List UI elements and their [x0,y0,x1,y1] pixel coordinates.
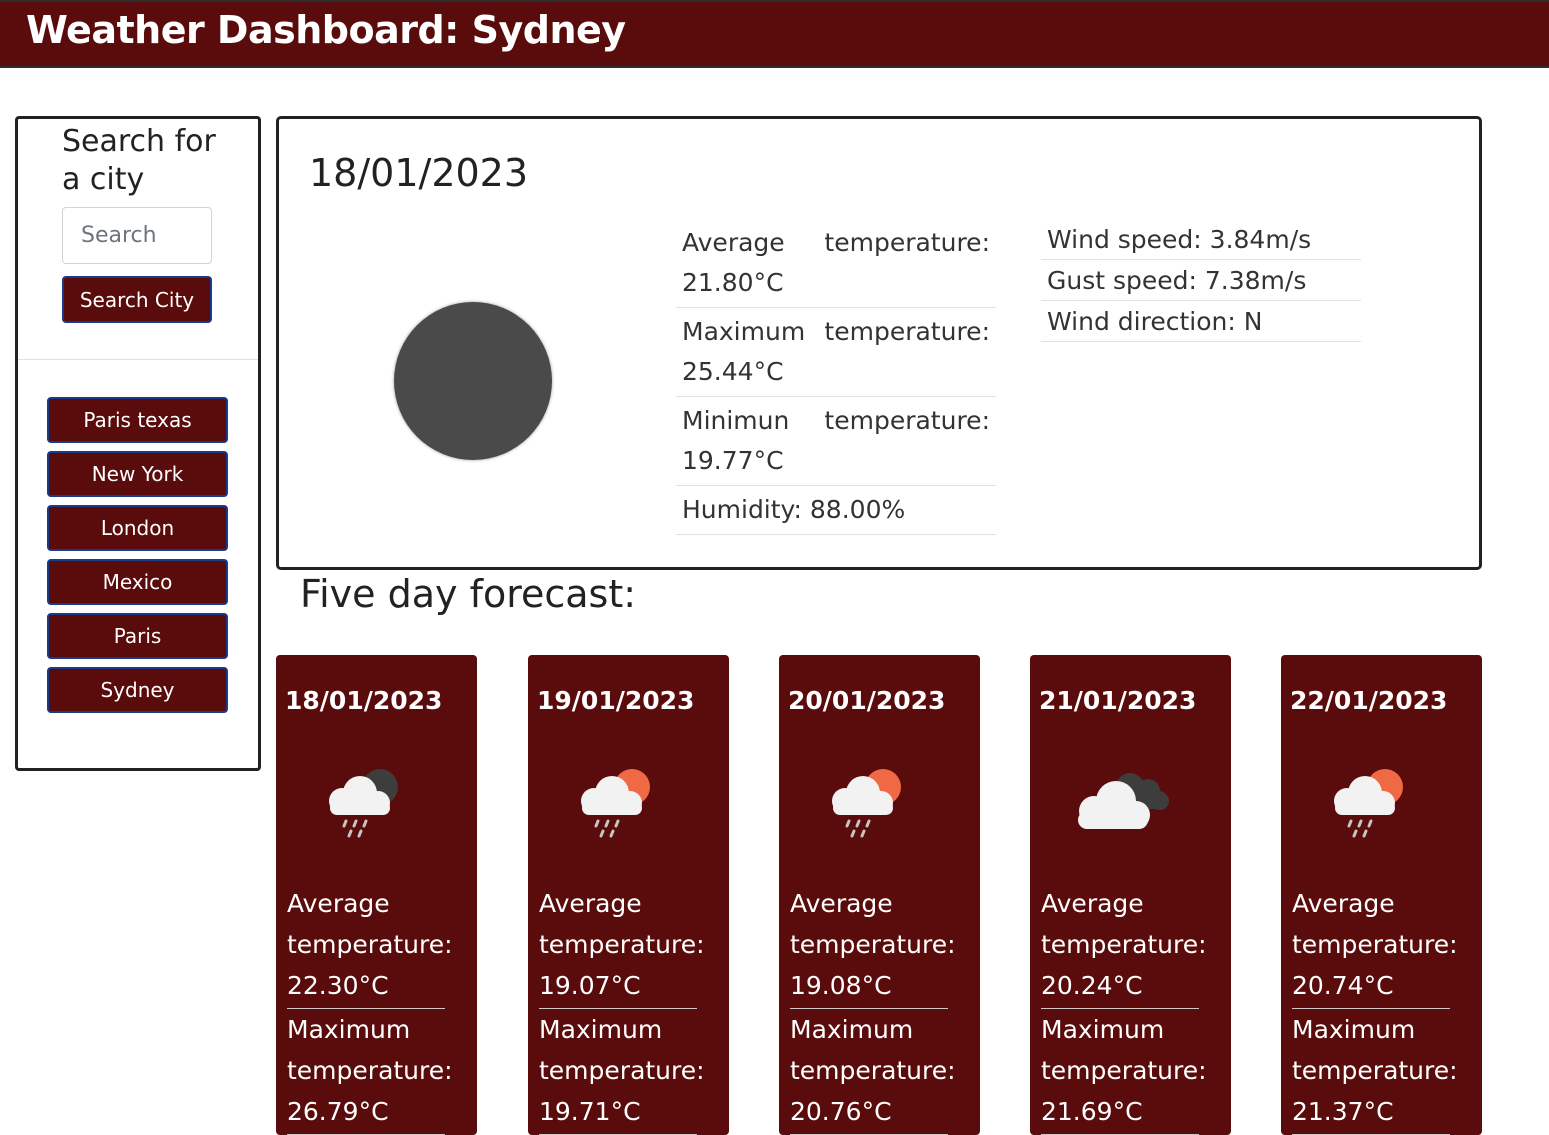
stat-label: Minimun [682,406,790,435]
stat-label: Maximum [1292,1015,1416,1044]
stat-label: Average [790,889,893,918]
sidebar-divider [18,359,258,360]
humidity: Humidity: 88.00% [676,486,996,535]
stat-label: temperature: [1041,930,1207,959]
forecast-title: Five day forecast: [300,572,637,616]
forecast-details: Average temperature: 20.74°C Maximum tem… [1292,883,1458,1135]
stat-label: temperature: [539,930,705,959]
stat-value: 22.30°C [287,971,389,1000]
forecast-average-temperature: Average temperature: 22.30°C [287,883,453,1009]
stat-value: 19.77°C [682,446,784,475]
search-history-list: Paris texas New York London Mexico Paris… [47,397,228,721]
rain-cloud-night-icon [329,769,398,838]
history-city-button[interactable]: Mexico [47,559,228,605]
forecast-date: 19/01/2023 [537,686,695,715]
stat-label: temperature: [1292,1056,1458,1085]
stat-label: Average [539,889,642,918]
forecast-details: Average temperature: 19.08°C Maximum tem… [790,883,956,1135]
forecast-card: 20/01/2023 Average temperature: 19.08°C … [779,655,980,1135]
temperature-stats: Average temperature: 21.80°C Maximum tempe… [676,219,996,535]
forecast-date: 21/01/2023 [1039,686,1197,715]
stat-value: 20.74°C [1292,971,1394,1000]
stat-value: 21.80°C [682,268,784,297]
rain-cloud-sun-icon [581,769,650,838]
forecast-details: Average temperature: 19.07°C Maximum tem… [539,883,705,1135]
forecast-average-temperature: Average temperature: 19.07°C [539,883,705,1009]
current-date: 18/01/2023 [309,151,529,195]
search-input[interactable] [62,207,212,264]
average-temperature: Average temperature: 21.80°C [676,219,996,308]
rain-cloud-sun-icon [832,769,901,838]
maximum-temperature: Maximum temperature: 25.44°C [676,308,996,397]
sidebar-title: Search for a city [62,124,216,197]
stat-value: 20.24°C [1041,971,1143,1000]
forecast-details: Average temperature: 20.24°C Maximum tem… [1041,883,1207,1135]
current-weather-panel: 18/01/2023 Average temperature: 21.80°C M… [276,116,1482,570]
forecast-card: 21/01/2023 Average temperature: 20.24°C … [1030,655,1231,1135]
stat-value: 25.44°C [682,357,784,386]
stat-label: temperature: [790,1056,956,1085]
forecast-card: 22/01/2023 Average temperature: 20.74°C … [1281,655,1482,1135]
stat-label: temperature: [824,228,990,257]
stat-label: temperature: [1292,930,1458,959]
forecast-date: 22/01/2023 [1290,686,1448,715]
stat-label: Average [1041,889,1144,918]
minimum-temperature: Minimun temperature: 19.77°C [676,397,996,486]
rain-cloud-sun-icon [1334,769,1403,838]
stat-label: temperature: [287,1056,453,1085]
forecast-maximum-temperature: Maximum temperature: 21.69°C [1041,1009,1207,1135]
overcast-cloud-icon [1078,773,1169,829]
forecast-maximum-temperature: Maximum temperature: 26.79°C [287,1009,453,1135]
stat-label: Average [1292,889,1395,918]
forecast-average-temperature: Average temperature: 20.74°C [1292,883,1458,1009]
forecast-average-temperature: Average temperature: 19.08°C [790,883,956,1009]
stat-label: Maximum [287,1015,411,1044]
history-city-button[interactable]: New York [47,451,228,497]
forecast-maximum-temperature: Maximum temperature: 20.76°C [790,1009,956,1135]
forecast-card: 19/01/2023 Average temperature: 19.07°C … [528,655,729,1135]
history-city-button[interactable]: Paris [47,613,228,659]
forecast-maximum-temperature: Maximum temperature: 19.71°C [539,1009,705,1135]
stat-label: Maximum [539,1015,663,1044]
history-city-button[interactable]: Paris texas [47,397,228,443]
stat-label: Maximum [682,317,806,346]
wind-stats: Wind speed: 3.84m/s Gust speed: 7.38m/s … [1041,219,1361,342]
page-title: Weather Dashboard: Sydney [26,8,626,52]
stat-label: temperature: [1041,1056,1207,1085]
forecast-date: 18/01/2023 [285,686,443,715]
history-city-button[interactable]: Sydney [47,667,228,713]
stat-label: Average [682,228,785,257]
stat-label: Average [287,889,390,918]
current-weather-icon [394,302,552,460]
forecast-date: 20/01/2023 [788,686,946,715]
stat-label: temperature: [790,930,956,959]
search-sidebar: Search for a city Search City Paris texa… [15,116,261,771]
forecast-maximum-temperature: Maximum temperature: 21.37°C [1292,1009,1458,1135]
stat-label: Maximum [1041,1015,1165,1044]
forecast-average-temperature: Average temperature: 20.24°C [1041,883,1207,1009]
stat-label: temperature: [824,406,990,435]
stat-label: temperature: [824,317,990,346]
stat-value: 19.08°C [790,971,892,1000]
stat-value: 19.07°C [539,971,641,1000]
stat-label: temperature: [539,1056,705,1085]
app-header: Weather Dashboard: Sydney [0,0,1549,68]
gust-speed: Gust speed: 7.38m/s [1041,260,1361,301]
forecast-card: 18/01/2023 Average temperature: 22.30°C … [276,655,477,1135]
forecast-details: Average temperature: 22.30°C Maximum tem… [287,883,453,1135]
wind-direction: Wind direction: N [1041,301,1361,342]
wind-speed: Wind speed: 3.84m/s [1041,219,1361,260]
search-city-button[interactable]: Search City [62,276,212,323]
stat-label: Maximum [790,1015,914,1044]
history-city-button[interactable]: London [47,505,228,551]
stat-label: temperature: [287,930,453,959]
